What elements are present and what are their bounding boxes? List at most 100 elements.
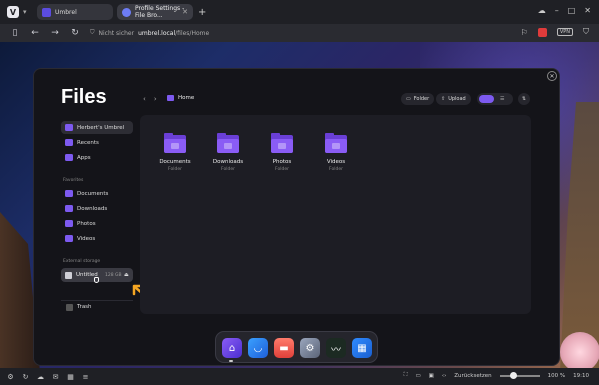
dock-files-icon[interactable]: ◡ [248, 338, 268, 358]
home-icon [65, 124, 73, 131]
sort-button[interactable]: ⇅ [518, 93, 530, 105]
reload-icon[interactable]: ↻ [70, 28, 80, 38]
tile-icon[interactable]: ▭ [415, 373, 420, 379]
forward-icon[interactable]: › [154, 95, 157, 103]
breadcrumb-label: Home [178, 95, 195, 101]
sidebar-item-home[interactable]: Herbert's Umbrel [61, 121, 133, 134]
browser-tab-strip: V ▾ Umbrel Profile Settings - File Bro..… [0, 0, 599, 24]
sidebar-item-trash[interactable]: Trash [61, 300, 133, 313]
security-label: Nicht sicher [98, 29, 135, 37]
feed-icon[interactable]: ≡ [81, 372, 90, 381]
close-window-icon[interactable]: ✕ [584, 6, 591, 15]
folder-type: Folder [221, 167, 235, 172]
folder-name: Documents [159, 159, 191, 165]
shield-icon: ⛉ [90, 29, 95, 36]
dock-app-store-icon[interactable]: ▬ [274, 338, 294, 358]
forward-icon[interactable]: → [50, 28, 60, 38]
folder-type: Folder [329, 167, 343, 172]
sidebar-item-label: Apps [77, 154, 91, 161]
view-toggle: ☰ [477, 93, 513, 105]
folder-item[interactable]: Photos Folder [262, 133, 302, 172]
address-bar-row: ▯ ← → ↻ ⛉ Nicht sicher umbrel.local/file… [0, 24, 599, 42]
new-folder-button[interactable]: ▭ Folder [401, 93, 435, 105]
folder-icon [325, 133, 347, 153]
favorites-heading: Favorites [63, 178, 84, 183]
grid-view-button[interactable] [479, 95, 494, 103]
sidebar-item-label: Herbert's Umbrel [77, 124, 125, 131]
browser-status-bar: ⚙ ↻ ☁ ✉ ▦ ≡ ⛶ ▭ ▣ ‹› Zurücksetzen 100 % … [0, 368, 599, 385]
sidebar-item-photos[interactable]: Photos [61, 217, 133, 230]
sidebar-item-videos[interactable]: Videos [61, 232, 133, 245]
extension-icon[interactable] [537, 27, 547, 37]
folder-item[interactable]: Downloads Folder [208, 133, 248, 172]
back-icon[interactable]: ← [30, 28, 40, 38]
list-view-icon[interactable]: ☰ [500, 96, 504, 102]
upload-button[interactable]: ⇧ Upload [436, 93, 471, 105]
tab-umbrel[interactable]: Umbrel [37, 4, 113, 20]
sidebar-item-label: Photos [77, 220, 96, 227]
folder-name: Videos [326, 159, 346, 165]
tab-profile-settings[interactable]: Profile Settings - File Bro... ✕ [117, 4, 193, 20]
folder-name: Photos [272, 159, 292, 165]
mail-icon[interactable]: ✉ [51, 372, 60, 381]
folder-name: Downloads [212, 159, 244, 165]
zoom-knob[interactable] [510, 371, 518, 379]
url-path: /files/Home [175, 29, 210, 37]
sidebar-item-label: Documents [77, 190, 109, 197]
close-icon[interactable]: ✕ [547, 71, 557, 81]
button-label: Folder [413, 96, 430, 102]
folder-item[interactable]: Videos Folder [316, 133, 356, 172]
folder-icon [271, 133, 293, 153]
back-icon[interactable]: ‹ [143, 95, 146, 103]
apps-icon [65, 154, 73, 161]
sync-icon[interactable]: ↻ [21, 372, 30, 381]
zoom-level: 100 % [547, 372, 566, 379]
url-field[interactable]: ⛉ Nicht sicher umbrel.local/files/Home [90, 27, 209, 39]
clock: 19:10 [573, 372, 589, 379]
code-icon[interactable]: ‹› [442, 373, 446, 379]
sidebar-item-recents[interactable]: Recents [61, 136, 133, 149]
dock-live-usage-icon[interactable]: 〰 [326, 338, 346, 358]
cloud-icon[interactable]: ☁ [538, 6, 546, 15]
folder-icon [65, 205, 73, 212]
history-nav: ‹ › [143, 95, 157, 103]
close-tab-icon[interactable]: ✕ [182, 8, 188, 16]
vpn-badge[interactable]: VPN [556, 28, 573, 36]
panel-toggle-icon[interactable]: ▯ [10, 28, 20, 38]
capture-icon[interactable]: ⛶ [404, 372, 408, 379]
sidebar-item-apps[interactable]: Apps [61, 151, 133, 164]
button-label: Upload [448, 96, 466, 102]
dock-settings-icon[interactable]: ⚙ [300, 338, 320, 358]
folder-icon [217, 133, 239, 153]
new-tab-icon[interactable]: + [198, 7, 206, 18]
eject-icon[interactable]: ⏏ [124, 272, 129, 278]
folder-icon [65, 235, 73, 242]
wallpaper-flower [560, 332, 599, 368]
sidebar-item-label: Videos [77, 235, 96, 242]
chevron-down-icon[interactable]: ▾ [23, 8, 33, 16]
dock-home-icon[interactable]: ⌂ [222, 338, 242, 358]
sidebar-item-documents[interactable]: Documents [61, 187, 133, 200]
drive-size: 128 GB [105, 272, 122, 278]
umbrel-favicon-icon [42, 7, 51, 17]
tab-label: Profile Settings - File Bro... [135, 5, 185, 19]
window-controls: ☁ – □ ✕ [538, 6, 591, 15]
vivaldi-menu-icon[interactable]: V [7, 6, 19, 18]
cloud-icon[interactable]: ☁ [36, 372, 45, 381]
maximize-icon[interactable]: □ [568, 6, 576, 15]
folder-plus-icon: ▭ [406, 96, 411, 102]
minimize-icon[interactable]: – [555, 6, 559, 15]
bookmark-icon[interactable]: ⚐ [521, 28, 528, 37]
dock-widgets-icon[interactable]: ▦ [352, 338, 372, 358]
image-icon[interactable]: ▣ [429, 373, 434, 379]
zoom-slider[interactable] [499, 371, 540, 379]
shield-icon[interactable]: ⛉ [583, 27, 589, 37]
tab-label: Umbrel [55, 8, 77, 16]
settings-icon[interactable]: ⚙ [6, 372, 15, 381]
folder-icon [65, 190, 73, 197]
sidebar-item-downloads[interactable]: Downloads [61, 202, 133, 215]
folder-item[interactable]: Documents Folder [155, 133, 195, 172]
calendar-icon[interactable]: ▦ [66, 372, 75, 381]
zoom-reset-button[interactable]: Zurücksetzen [454, 373, 491, 379]
breadcrumb[interactable]: Home [167, 95, 194, 101]
